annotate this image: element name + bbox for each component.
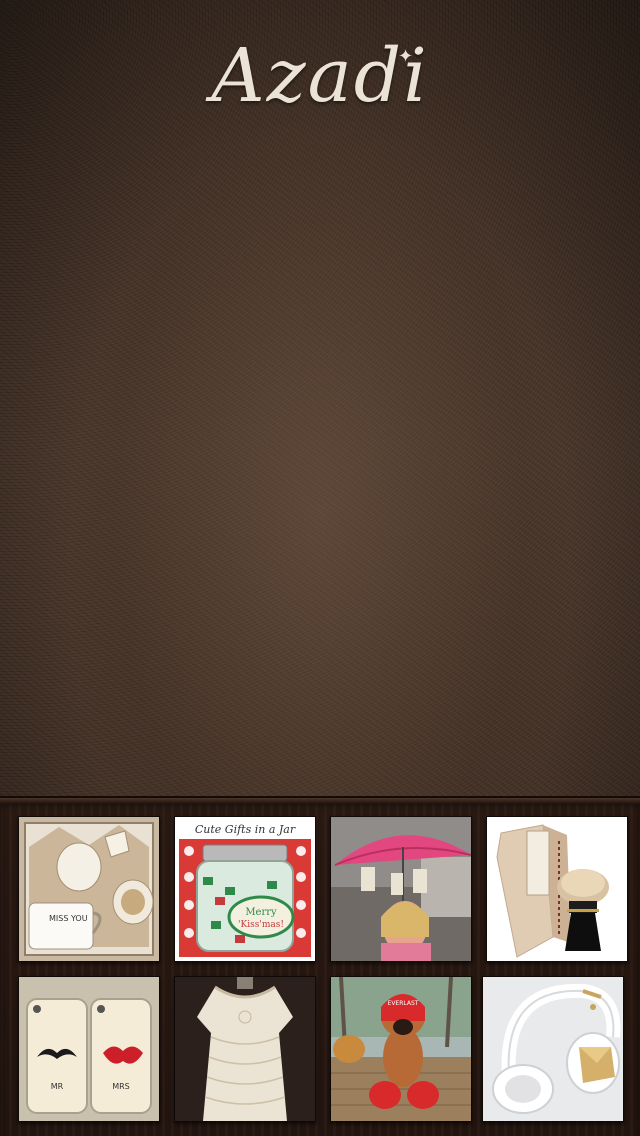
gallery-thumb-shaving-brush-gift[interactable] <box>486 816 628 962</box>
gallery-thumb-gift-box-mugs[interactable]: MISS YOU <box>18 816 160 962</box>
boxer-dog-image: EVERLAST <box>331 977 471 1121</box>
white-gold-headphones-image <box>483 977 623 1121</box>
kissmas-text: 'Kiss'mas! <box>238 920 284 930</box>
gallery-thumb-gifts-in-a-jar[interactable]: Cute Gifts in a Jar Merry 'Kiss'mas! <box>174 816 316 962</box>
gallery-thumb-mr-mrs-phone-cases[interactable]: MR MRS <box>18 976 160 1122</box>
gallery-thumb-boxer-dog[interactable]: EVERLAST <box>330 976 472 1122</box>
merry-text: Merry <box>245 907 277 918</box>
gallery-thumb-lace-dress[interactable] <box>174 976 316 1122</box>
home-screen: Azadi ✦ MISS YOU Cute Gifts in a Jar Mer… <box>0 0 640 1136</box>
gallery-thumb-white-gold-headphones[interactable] <box>482 976 624 1122</box>
girl-pink-umbrella-image <box>331 817 471 961</box>
gallery-thumb-girl-pink-umbrella[interactable] <box>330 816 472 962</box>
jar-title-text: Cute Gifts in a Jar <box>195 823 296 836</box>
sparkle-icon: ✦ <box>398 46 414 67</box>
tray-edge <box>0 798 640 804</box>
gift-box-mugs-image: MISS YOU <box>19 817 159 961</box>
app-logo: Azadi <box>211 33 429 119</box>
mr-text: MR <box>51 1082 64 1091</box>
mrs-text: MRS <box>112 1082 130 1091</box>
shaving-brush-gift-image <box>487 817 627 961</box>
lace-dress-image <box>175 977 315 1121</box>
gifts-in-a-jar-image: Cute Gifts in a Jar Merry 'Kiss'mas! <box>175 817 315 961</box>
miss-you-text: MISS YOU <box>49 914 88 923</box>
mr-mrs-phone-cases-image: MR MRS <box>19 977 159 1121</box>
everlast-text: EVERLAST <box>388 1000 419 1007</box>
